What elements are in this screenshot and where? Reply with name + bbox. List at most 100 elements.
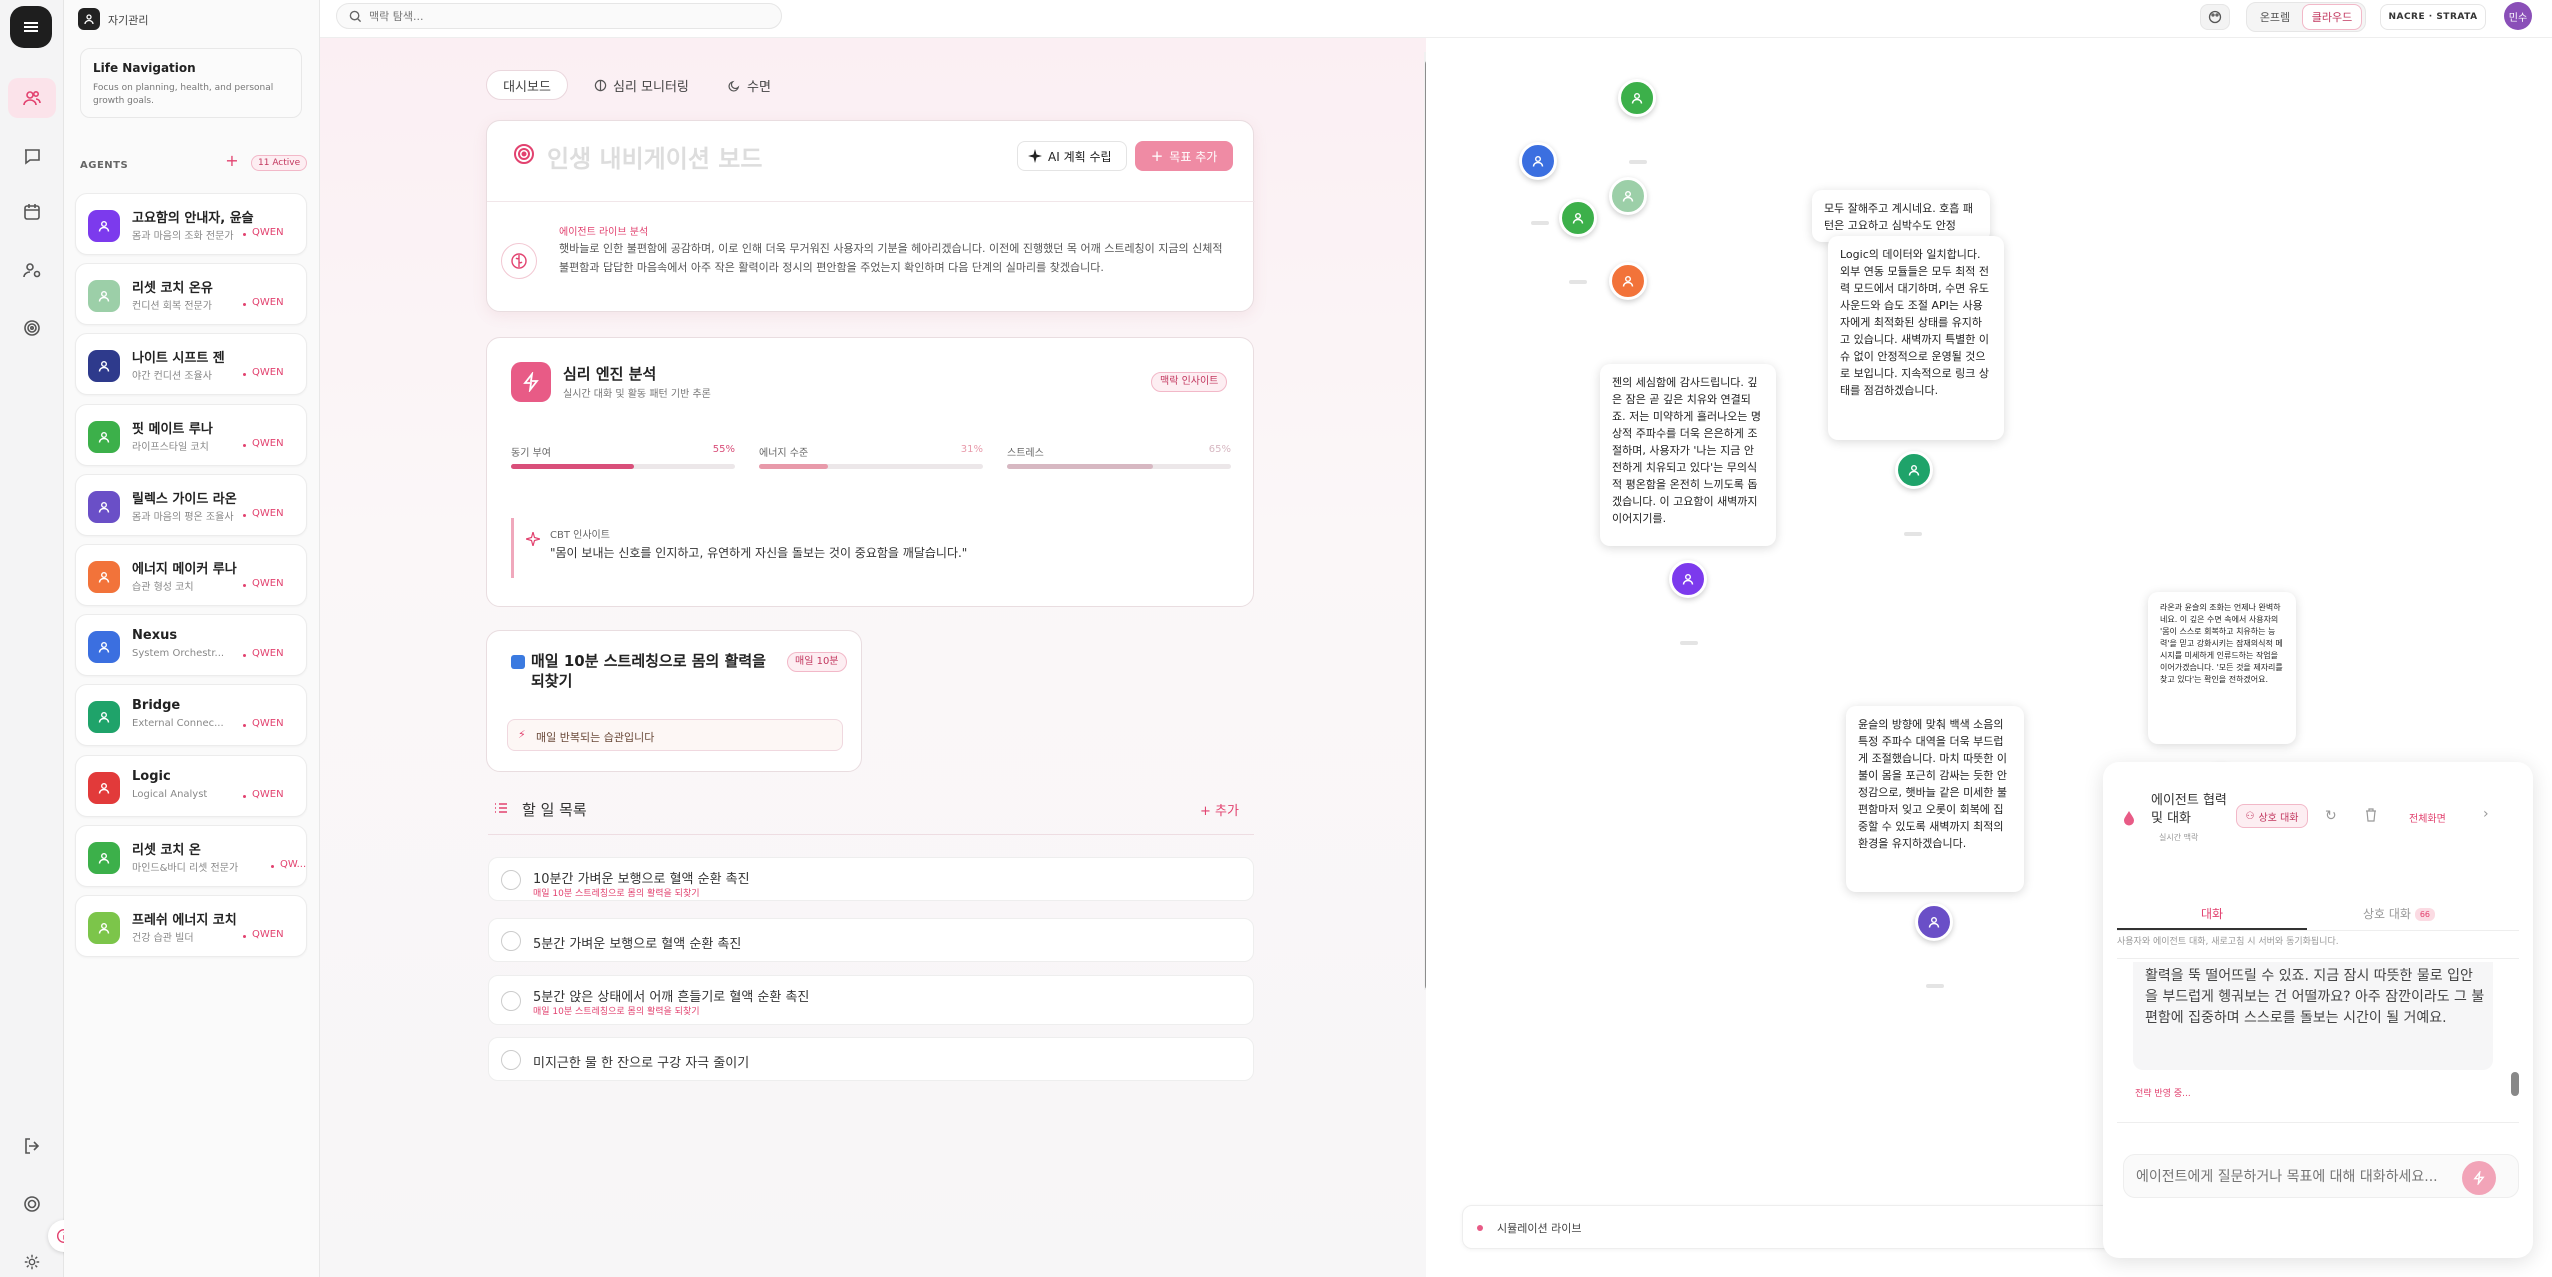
tab-dashboard[interactable]: 대시보드 [486, 70, 568, 100]
task-subtext: 매일 10분 스트레칭으로 몸의 활력을 되찾기 [533, 1007, 700, 1017]
habit-note-text: 매일 반복되는 습관입니다 [536, 731, 655, 744]
search-box[interactable] [336, 3, 782, 29]
agent-role: Logical Analyst [132, 788, 208, 800]
nav-desc: Focus on planning, health, and personal … [93, 83, 274, 106]
ai-plan-label: AI 계획 수립 [1048, 149, 1112, 164]
agent-node-icon[interactable] [1669, 560, 1707, 598]
agent-node-icon[interactable] [1519, 142, 1557, 180]
task-row[interactable]: 5분간 앉은 상태에서 어깨 흔들기로 혈액 순환 촉진 매일 10분 스트레칭으… [488, 975, 1254, 1025]
palette-icon[interactable] [2200, 4, 2230, 30]
agent-card[interactable]: 고요함의 안내자, 윤슬 몸과 마음의 조화 전문가 QWEN [75, 193, 307, 255]
metric-value: 55% [712, 444, 735, 455]
refresh-icon[interactable]: ↻ [2325, 808, 2337, 824]
tab-sleep[interactable]: 수면 [714, 70, 785, 100]
sparkle-icon [526, 532, 540, 546]
mode-onprem-button[interactable]: 온프렘 [2250, 4, 2300, 30]
search-icon [349, 10, 362, 23]
agent-node-icon[interactable] [1559, 199, 1597, 237]
agent-card[interactable]: 에너지 메이커 루나 습관 형성 코치 QWEN [75, 544, 307, 606]
mutual-chat-button[interactable]: ⚇ 상호 대화 [2236, 804, 2308, 828]
calendar-icon[interactable] [16, 196, 48, 228]
user-settings-icon[interactable] [16, 254, 48, 286]
task-row[interactable]: 미지근한 물 한 잔으로 구강 자극 줄이기 [488, 1037, 1254, 1081]
chevron-right-icon[interactable]: › [2483, 806, 2489, 822]
search-input[interactable] [369, 7, 769, 25]
list-icon [494, 801, 508, 815]
agent-name: 리셋 코치 온유 [132, 281, 213, 297]
tab-label: 수면 [747, 79, 771, 95]
agent-card[interactable]: 릴렉스 가이드 라온 몸과 마음의 평온 조율사 QWEN [75, 473, 307, 536]
agent-role: 컨디션 회복 전문가 [132, 301, 212, 313]
agent-avatar-icon [88, 841, 120, 874]
tab-chat[interactable]: 대화 [2117, 898, 2307, 930]
chat-icon[interactable] [16, 140, 48, 172]
agent-card[interactable]: Bridge External Connec... QWEN [75, 684, 307, 747]
brain-icon [594, 79, 607, 91]
agent-node-icon[interactable] [1618, 79, 1656, 117]
users-icon[interactable] [16, 82, 48, 114]
chat-input[interactable] [2136, 1167, 2448, 1187]
mutual-label: 상호 대화 [2258, 812, 2299, 824]
agent-avatar-icon [88, 350, 120, 383]
agent-card[interactable]: 리셋 코치 온 마인드&바디 리셋 전문가 QW... [75, 824, 307, 887]
task-checkbox[interactable] [501, 870, 521, 890]
agent-card[interactable]: 나이트 시프트 젠 야간 컨디션 조율사 QWEN [75, 333, 307, 396]
agent-avatar-icon [88, 561, 120, 593]
agent-name: 고요함의 안내자, 윤슬 [132, 211, 254, 226]
task-checkbox[interactable] [501, 931, 521, 951]
agent-card[interactable]: Nexus System Orchestr... QWEN [75, 614, 307, 677]
agent-card[interactable]: Logic Logical Analyst QWEN [75, 754, 307, 817]
node-label-placeholder [1680, 641, 1698, 645]
agent-node-icon[interactable] [1915, 903, 1953, 941]
agent-node-icon[interactable] [1609, 177, 1647, 215]
status-dot [271, 864, 274, 868]
status-dot [243, 654, 246, 658]
fullscreen-button[interactable]: 전체화면 [2409, 810, 2446, 825]
habit-card[interactable]: 매일 10분 스트레칭으로 몸의 활력을 되찾기 매일 10분 ⚡ 매일 반복되… [486, 630, 862, 772]
agent-card[interactable]: 프레쉬 에너지 코치 건강 습관 빌더 QWEN [75, 895, 307, 957]
agent-avatar-icon [88, 210, 120, 242]
radar-icon[interactable] [16, 1188, 48, 1220]
tab-psych[interactable]: 심리 모니터링 [580, 70, 703, 100]
task-row[interactable]: 10분간 가벼운 보행으로 혈액 순환 촉진 매일 10분 스트레칭으로 몸의 활… [488, 857, 1254, 901]
node-label-placeholder [1531, 221, 1549, 225]
ai-plan-button[interactable]: AI 계획 수립 [1017, 141, 1127, 171]
app-logo[interactable] [10, 6, 52, 48]
metric-label: 스트레스 [1007, 448, 1044, 459]
agent-sidebar: 자기관리 Life Navigation Focus on planning, … [64, 0, 320, 1277]
target-icon[interactable] [16, 312, 48, 344]
top-bar: 온프렘 클라우드 NACRE · STRATA 민수 [320, 0, 2552, 38]
gear-icon[interactable] [16, 1246, 48, 1277]
add-agent-icon[interactable]: + [224, 153, 240, 169]
message-text: 활력을 뚝 떨어뜨릴 수 있죠. 지금 잠시 따뜻한 물로 입안을 부드럽게 헹… [2145, 968, 2485, 1026]
bolt-icon: ⚡ [518, 728, 526, 741]
agent-card[interactable]: 핏 메이트 루나 라이프스타일 코치 QWEN [75, 403, 307, 466]
task-text: 10분간 가벼운 보행으로 혈액 순환 촉진 [533, 872, 750, 887]
agent-name: 핏 메이트 루나 [132, 421, 213, 437]
task-checkbox[interactable] [501, 1050, 521, 1070]
tab-mutual-chat[interactable]: 상호 대화 66 [2363, 898, 2435, 930]
task-text: 5분간 가벼운 보행으로 혈액 순환 촉진 [533, 937, 742, 952]
tab-count-badge: 66 [2414, 908, 2435, 921]
agent-node-icon[interactable] [1895, 451, 1933, 489]
add-goal-button[interactable]: + 목표 추가 [1135, 141, 1233, 171]
agent-avatar-icon [88, 771, 120, 804]
task-row[interactable]: 5분간 가벼운 보행으로 혈액 순환 촉진 [488, 918, 1254, 962]
send-button[interactable] [2462, 1161, 2496, 1195]
agent-model: QWEN [252, 507, 284, 519]
agent-card[interactable]: 리셋 코치 온유 컨디션 회복 전문가 QWEN [75, 263, 307, 326]
add-todo-button[interactable]: + 추가 [1200, 800, 1239, 819]
chat-scrollbar[interactable] [2511, 1072, 2519, 1096]
agent-role: 건강 습관 빌더 [132, 933, 194, 944]
avatar[interactable]: 민수 [2504, 2, 2532, 30]
todo-title: 할 일 목록 [522, 801, 587, 819]
stack-badge[interactable]: NACRE · STRATA [2380, 4, 2486, 30]
nav-card[interactable]: Life Navigation Focus on planning, healt… [80, 48, 302, 118]
task-checkbox[interactable] [501, 991, 521, 1011]
node-label-placeholder [1904, 532, 1922, 536]
agent-node-icon[interactable] [1609, 262, 1647, 300]
trash-icon[interactable] [2365, 808, 2377, 822]
mode-cloud-button[interactable]: 클라우드 [2302, 4, 2362, 30]
status-dot [243, 373, 246, 377]
logout-icon[interactable] [16, 1130, 48, 1162]
